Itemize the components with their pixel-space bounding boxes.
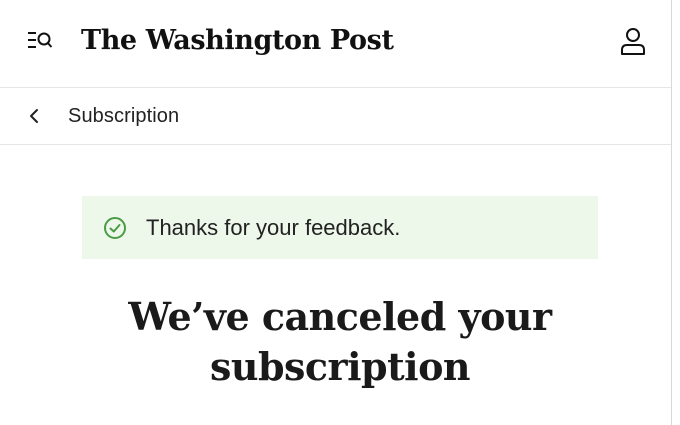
chevron-left-icon — [20, 102, 48, 130]
user-account-icon — [621, 28, 645, 55]
breadcrumb: Subscription — [0, 88, 671, 145]
page-title: We’ve canceled your subscription — [128, 294, 552, 389]
menu-search-button[interactable] — [26, 28, 54, 54]
alert-message: Thanks for your feedback. — [146, 214, 401, 240]
site-logo[interactable]: The Washington Post — [81, 20, 394, 62]
account-button[interactable] — [619, 26, 647, 56]
site-header: The Washington Post — [0, 0, 671, 88]
breadcrumb-label: Subscription — [68, 104, 180, 127]
menu-search-icon — [28, 32, 53, 48]
frame-edge — [671, 0, 672, 425]
feedback-alert: Thanks for your feedback. — [82, 196, 598, 259]
back-to-subscription-link[interactable]: Subscription — [20, 96, 179, 136]
check-circle-icon — [102, 215, 128, 241]
